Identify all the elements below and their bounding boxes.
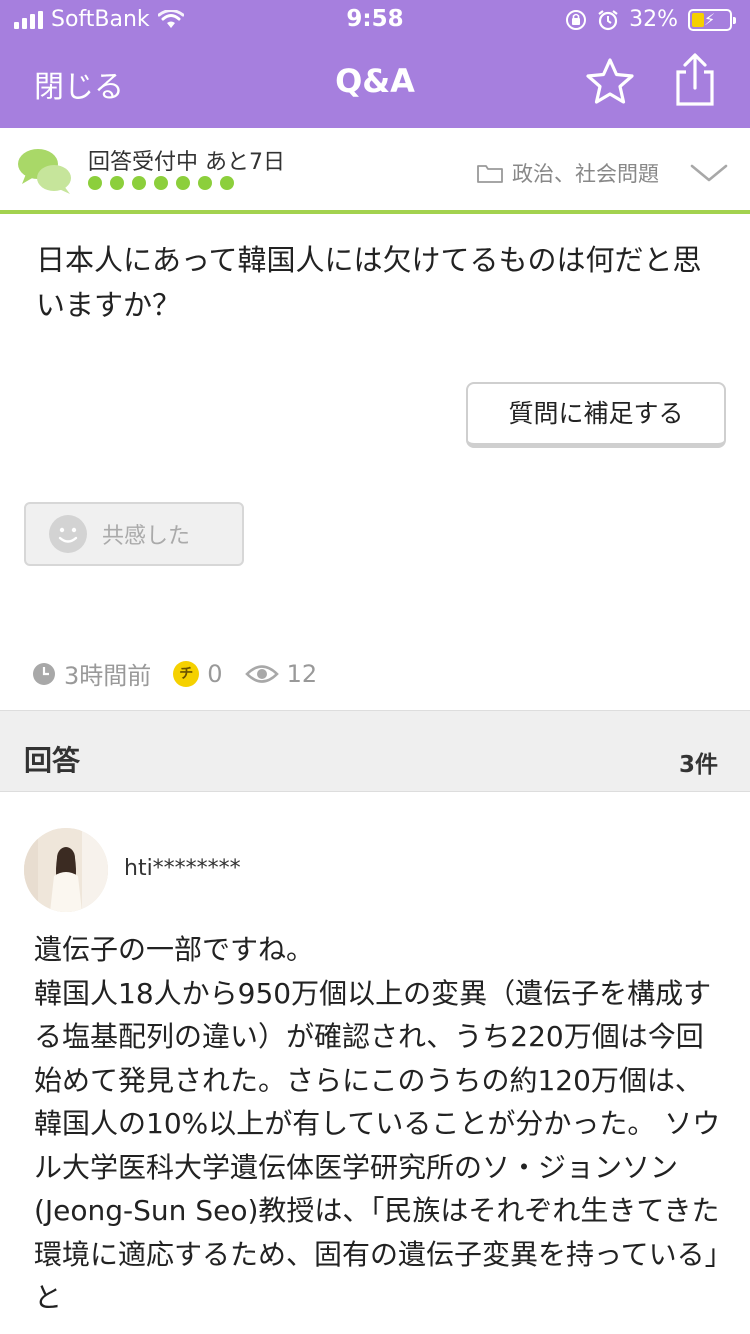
- question-status-row: 回答受付中 あと7日 政治、社会問題: [0, 128, 750, 214]
- empathy-button[interactable]: 共感した: [24, 502, 244, 566]
- progress-dots: [88, 176, 234, 190]
- progress-dot: [110, 176, 124, 190]
- nav-bar: 閉じる Q&A: [0, 40, 750, 128]
- answer-username[interactable]: hti********: [124, 856, 241, 881]
- battery-icon: ⚡: [688, 8, 736, 31]
- answer-text: 遺伝子の一部ですね。 韓国人18人から950万個以上の変異（遺伝子を構成する塩基…: [34, 933, 721, 1314]
- eye-icon: [244, 664, 279, 683]
- category-label: 政治、社会問題: [512, 162, 659, 186]
- alarm-icon: [598, 9, 618, 30]
- answer-status: 回答受付中 あと7日: [88, 150, 285, 175]
- star-icon[interactable]: [584, 56, 636, 108]
- progress-dot: [154, 176, 168, 190]
- status-bar: SoftBank 9:58 32% ⚡: [0, 0, 750, 40]
- progress-dot: [88, 176, 102, 190]
- progress-dot: [220, 176, 234, 190]
- empathy-label: 共感した: [102, 524, 191, 549]
- answers-title: 回答: [24, 744, 81, 777]
- posted-time: 3時間前: [64, 662, 152, 690]
- chevron-down-icon[interactable]: [690, 162, 728, 184]
- add-supplement-button[interactable]: 質問に補足する: [466, 382, 726, 448]
- progress-dot: [176, 176, 190, 190]
- orientation-lock-icon: [566, 9, 587, 30]
- chat-bubbles-icon: [18, 149, 71, 194]
- question-meta: 3時間前 チ 0 12: [32, 656, 339, 691]
- progress-dot: [132, 176, 146, 190]
- page-title: Q&A: [335, 62, 415, 100]
- answers-header: 回答 3件: [0, 710, 750, 792]
- app-header: SoftBank 9:58 32% ⚡ 閉じる Q&A: [0, 0, 750, 128]
- progress-dot: [198, 176, 212, 190]
- coin-icon: チ: [173, 660, 200, 687]
- view-count: 12: [286, 659, 318, 688]
- folder-icon: [477, 165, 503, 183]
- avatar[interactable]: [24, 828, 108, 912]
- battery-percent: 32%: [629, 7, 678, 32]
- answers-count: 3件: [678, 752, 718, 778]
- category-link[interactable]: 政治、社会問題: [476, 158, 659, 188]
- share-icon[interactable]: [670, 52, 720, 108]
- smiley-icon: [49, 515, 87, 553]
- question-text: 日本人にあって韓国人には欠けてるものは何だと思いますか？: [36, 243, 702, 322]
- coin-count: 0: [207, 659, 223, 688]
- avatar-image: [24, 828, 108, 912]
- clock-icon: [33, 662, 55, 685]
